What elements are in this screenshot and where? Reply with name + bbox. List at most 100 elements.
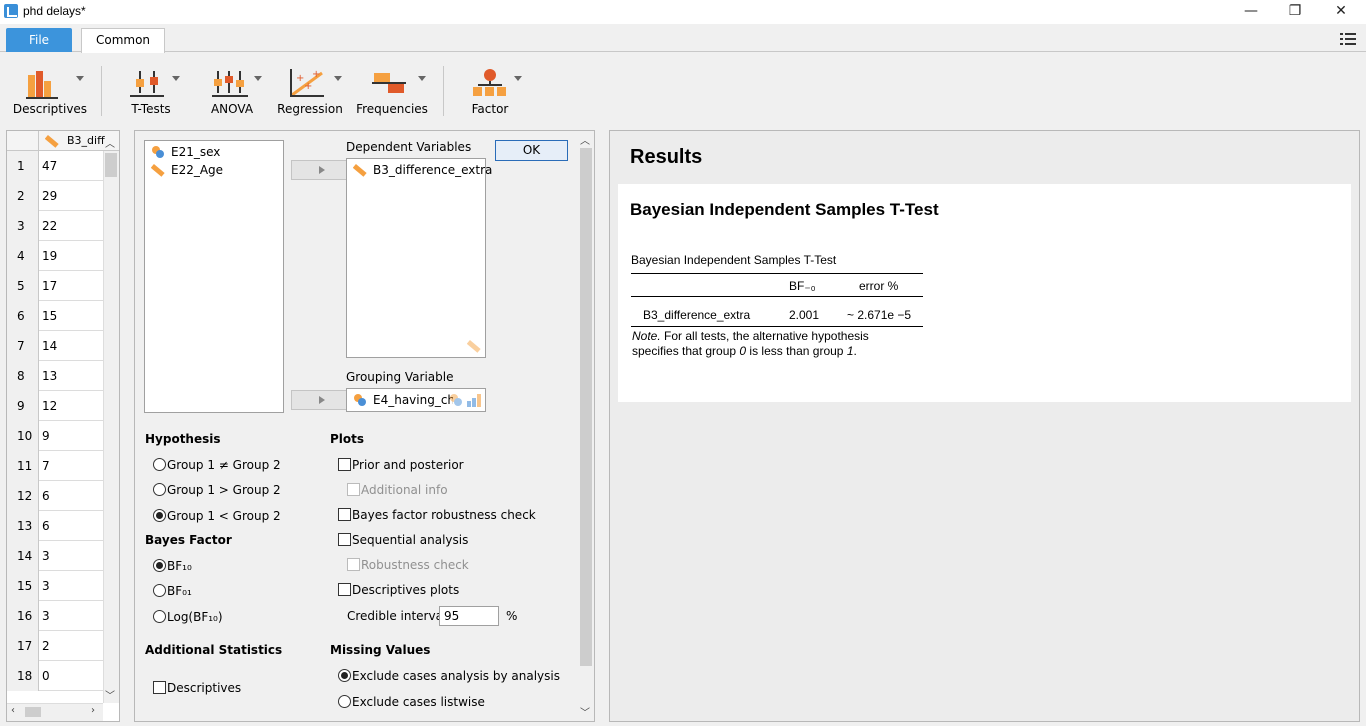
table-row[interactable]: 6 15 <box>7 301 103 331</box>
credible-interval-input[interactable] <box>439 606 499 626</box>
move-to-dependent-button[interactable] <box>291 160 353 180</box>
hamburger-menu-icon[interactable] <box>1340 32 1356 46</box>
row-number[interactable]: 18 <box>7 661 39 691</box>
cell-value[interactable]: 22 <box>42 211 57 241</box>
available-variables-list[interactable]: E21_sex E22_Age <box>144 140 284 413</box>
row-number[interactable]: 17 <box>7 631 39 661</box>
row-number[interactable]: 4 <box>7 241 39 271</box>
grouping-variable-field[interactable]: E4_having_chil <box>346 388 486 412</box>
table-row[interactable]: 2 29 <box>7 181 103 211</box>
bf01-radio[interactable]: BF₀₁ <box>145 582 192 600</box>
row-number[interactable]: 8 <box>7 361 39 391</box>
anova-button[interactable]: ANOVA <box>200 62 264 122</box>
grid-horizontal-scrollbar[interactable] <box>7 703 103 721</box>
variable-item-e21-sex[interactable]: E21_sex <box>151 143 220 161</box>
row-number[interactable]: 15 <box>7 571 39 601</box>
row-number[interactable]: 6 <box>7 301 39 331</box>
log-bf10-radio[interactable]: Log(BF₁₀) <box>145 608 223 626</box>
maximize-button[interactable]: ❐ <box>1272 0 1318 24</box>
cell-value[interactable]: 47 <box>42 151 57 181</box>
hypothesis-greater-radio[interactable]: Group 1 > Group 2 <box>145 481 281 499</box>
row-number[interactable]: 7 <box>7 331 39 361</box>
chevron-up-icon[interactable]: ︿ <box>105 135 115 150</box>
cell-value[interactable]: 29 <box>42 181 57 211</box>
dependent-variables-list[interactable]: B3_difference_extra <box>346 158 492 358</box>
grid-hscroll-thumb[interactable] <box>25 707 41 717</box>
move-to-grouping-button[interactable] <box>291 390 353 410</box>
table-row[interactable]: 9 12 <box>7 391 103 421</box>
cell-value[interactable]: 19 <box>42 241 57 271</box>
minimize-button[interactable]: — <box>1228 0 1274 24</box>
table-row[interactable]: 15 3 <box>7 571 103 601</box>
close-button[interactable]: ✕ <box>1318 0 1364 24</box>
variable-item-e4-having-children[interactable]: E4_having_chil <box>353 391 453 409</box>
cell-value[interactable]: 6 <box>42 481 50 511</box>
prior-posterior-checkbox[interactable]: Prior and posterior <box>330 456 464 474</box>
table-row[interactable]: 13 6 <box>7 511 103 541</box>
chevron-left-icon[interactable]: ‹ <box>11 705 15 716</box>
tab-file[interactable]: File <box>6 28 72 52</box>
ttests-button[interactable]: T-Tests <box>120 62 182 122</box>
row-number[interactable]: 5 <box>7 271 39 301</box>
sequential-analysis-checkbox[interactable]: Sequential analysis <box>330 531 468 549</box>
exclude-listwise-radio[interactable]: Exclude cases listwise <box>330 693 485 711</box>
table-row[interactable]: 12 6 <box>7 481 103 511</box>
row-number[interactable]: 10 <box>7 421 39 451</box>
frequencies-button[interactable]: Frequencies <box>356 62 428 122</box>
hypothesis-two-sided-radio[interactable]: Group 1 ≠ Group 2 <box>145 456 281 474</box>
table-row[interactable]: 3 22 <box>7 211 103 241</box>
variable-item-b3-difference[interactable]: B3_difference_extra <box>352 161 492 179</box>
row-number[interactable]: 2 <box>7 181 39 211</box>
descriptives-checkbox[interactable]: Descriptives <box>145 679 241 697</box>
grid-vertical-scrollbar[interactable] <box>103 151 119 703</box>
cell-value[interactable]: 3 <box>42 601 50 631</box>
chevron-down-icon[interactable]: ﹀ <box>580 704 590 719</box>
regression-button[interactable]: + + + Regression <box>276 62 344 122</box>
row-number[interactable]: 12 <box>7 481 39 511</box>
exclude-analysis-by-analysis-radio[interactable]: Exclude cases analysis by analysis <box>330 667 560 685</box>
bf10-radio[interactable]: BF₁₀ <box>145 557 192 575</box>
cell-value[interactable]: 3 <box>42 541 50 571</box>
row-number[interactable]: 1 <box>7 151 39 181</box>
cell-value[interactable]: 2 <box>42 631 50 661</box>
cell-value[interactable]: 3 <box>42 571 50 601</box>
chevron-right-icon[interactable]: › <box>91 705 95 716</box>
cell-value[interactable]: 7 <box>42 451 50 481</box>
table-row[interactable]: 7 14 <box>7 331 103 361</box>
ok-button[interactable]: OK <box>495 140 568 161</box>
row-number[interactable]: 3 <box>7 211 39 241</box>
table-row[interactable]: 8 13 <box>7 361 103 391</box>
table-row[interactable]: 10 9 <box>7 421 103 451</box>
tab-common[interactable]: Common <box>81 28 165 53</box>
cell-value[interactable]: 9 <box>42 421 50 451</box>
cell-value[interactable]: 13 <box>42 361 57 391</box>
table-row[interactable]: 11 7 <box>7 451 103 481</box>
cell-value[interactable]: 14 <box>42 331 57 361</box>
table-row[interactable]: 16 3 <box>7 601 103 631</box>
cell-value[interactable]: 15 <box>42 301 57 331</box>
table-row[interactable]: 1 47 <box>7 151 103 181</box>
column-header-b3[interactable]: B3_diff <box>67 134 105 147</box>
descriptives-button[interactable]: Descriptives <box>12 62 88 122</box>
row-number[interactable]: 9 <box>7 391 39 421</box>
chevron-down-icon[interactable]: ﹀ <box>105 687 115 702</box>
row-number[interactable]: 14 <box>7 541 39 571</box>
grid-scroll-thumb[interactable] <box>105 153 117 177</box>
bf-robustness-checkbox[interactable]: Bayes factor robustness check <box>330 506 536 524</box>
cell-value[interactable]: 6 <box>42 511 50 541</box>
table-row[interactable]: 5 17 <box>7 271 103 301</box>
variable-item-e22-age[interactable]: E22_Age <box>150 161 223 179</box>
table-row[interactable]: 17 2 <box>7 631 103 661</box>
hypothesis-less-radio[interactable]: Group 1 < Group 2 <box>145 507 281 525</box>
table-row[interactable]: 18 0 <box>7 661 103 691</box>
cell-value[interactable]: 12 <box>42 391 57 421</box>
factor-button[interactable]: Factor <box>462 62 522 122</box>
row-number[interactable]: 13 <box>7 511 39 541</box>
row-number[interactable]: 16 <box>7 601 39 631</box>
cell-value[interactable]: 0 <box>42 661 50 691</box>
chevron-up-icon[interactable]: ︿ <box>580 132 590 147</box>
options-scroll-thumb[interactable] <box>580 148 592 666</box>
cell-value[interactable]: 17 <box>42 271 57 301</box>
descriptives-plots-checkbox[interactable]: Descriptives plots <box>330 581 459 599</box>
table-row[interactable]: 14 3 <box>7 541 103 571</box>
